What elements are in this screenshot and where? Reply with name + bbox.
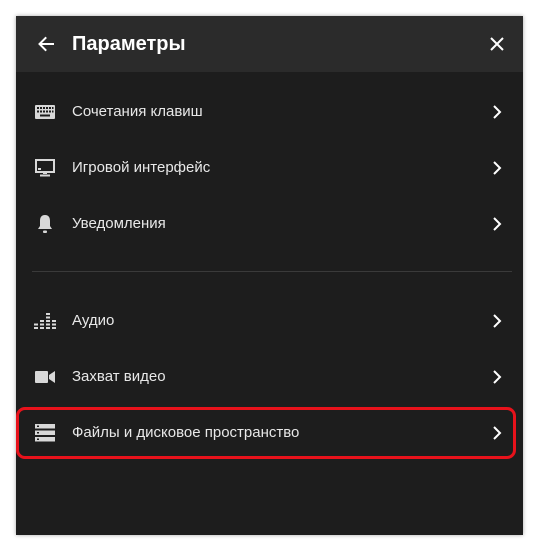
chevron-right-icon	[487, 102, 507, 122]
monitor-icon	[33, 156, 57, 180]
close-icon	[490, 37, 504, 51]
chevron-right-icon	[487, 158, 507, 178]
back-button[interactable]	[32, 30, 60, 58]
page-title: Параметры	[72, 33, 186, 55]
chevron-right-icon	[487, 367, 507, 387]
menu-item-keyboard-shortcuts[interactable]: Сочетания клавиш	[16, 84, 523, 140]
menu-item-game-interface[interactable]: Игровой интерфейс	[16, 140, 523, 196]
menu-item-audio[interactable]: Аудио	[16, 293, 523, 349]
chevron-right-icon	[487, 214, 507, 234]
menu-item-notifications[interactable]: Уведомления	[16, 196, 523, 252]
chevron-right-icon	[487, 423, 507, 443]
arrow-left-icon	[38, 36, 54, 52]
menu-divider	[32, 271, 512, 272]
menu-item-label: Аудио	[72, 312, 115, 329]
menu-item-label: Уведомления	[72, 215, 166, 232]
keyboard-icon	[33, 100, 57, 124]
bell-icon	[33, 212, 57, 236]
menu-item-label: Файлы и дисковое пространство	[72, 424, 300, 441]
chevron-right-icon	[487, 311, 507, 331]
settings-header: Параметры	[16, 16, 523, 72]
menu-item-label: Сочетания клавиш	[72, 103, 203, 120]
menu-item-label: Захват видео	[72, 368, 166, 385]
video-camera-icon	[33, 365, 57, 389]
menu-item-video-capture[interactable]: Захват видео	[16, 349, 523, 405]
storage-icon	[33, 421, 57, 445]
audio-equalizer-icon	[33, 309, 57, 333]
settings-panel: Параметры Сочетания клавиш Игровой интер…	[16, 16, 523, 535]
menu-item-label: Игровой интерфейс	[72, 159, 211, 176]
menu-item-files-storage[interactable]: Файлы и дисковое пространство	[16, 405, 523, 461]
close-button[interactable]	[483, 30, 511, 58]
